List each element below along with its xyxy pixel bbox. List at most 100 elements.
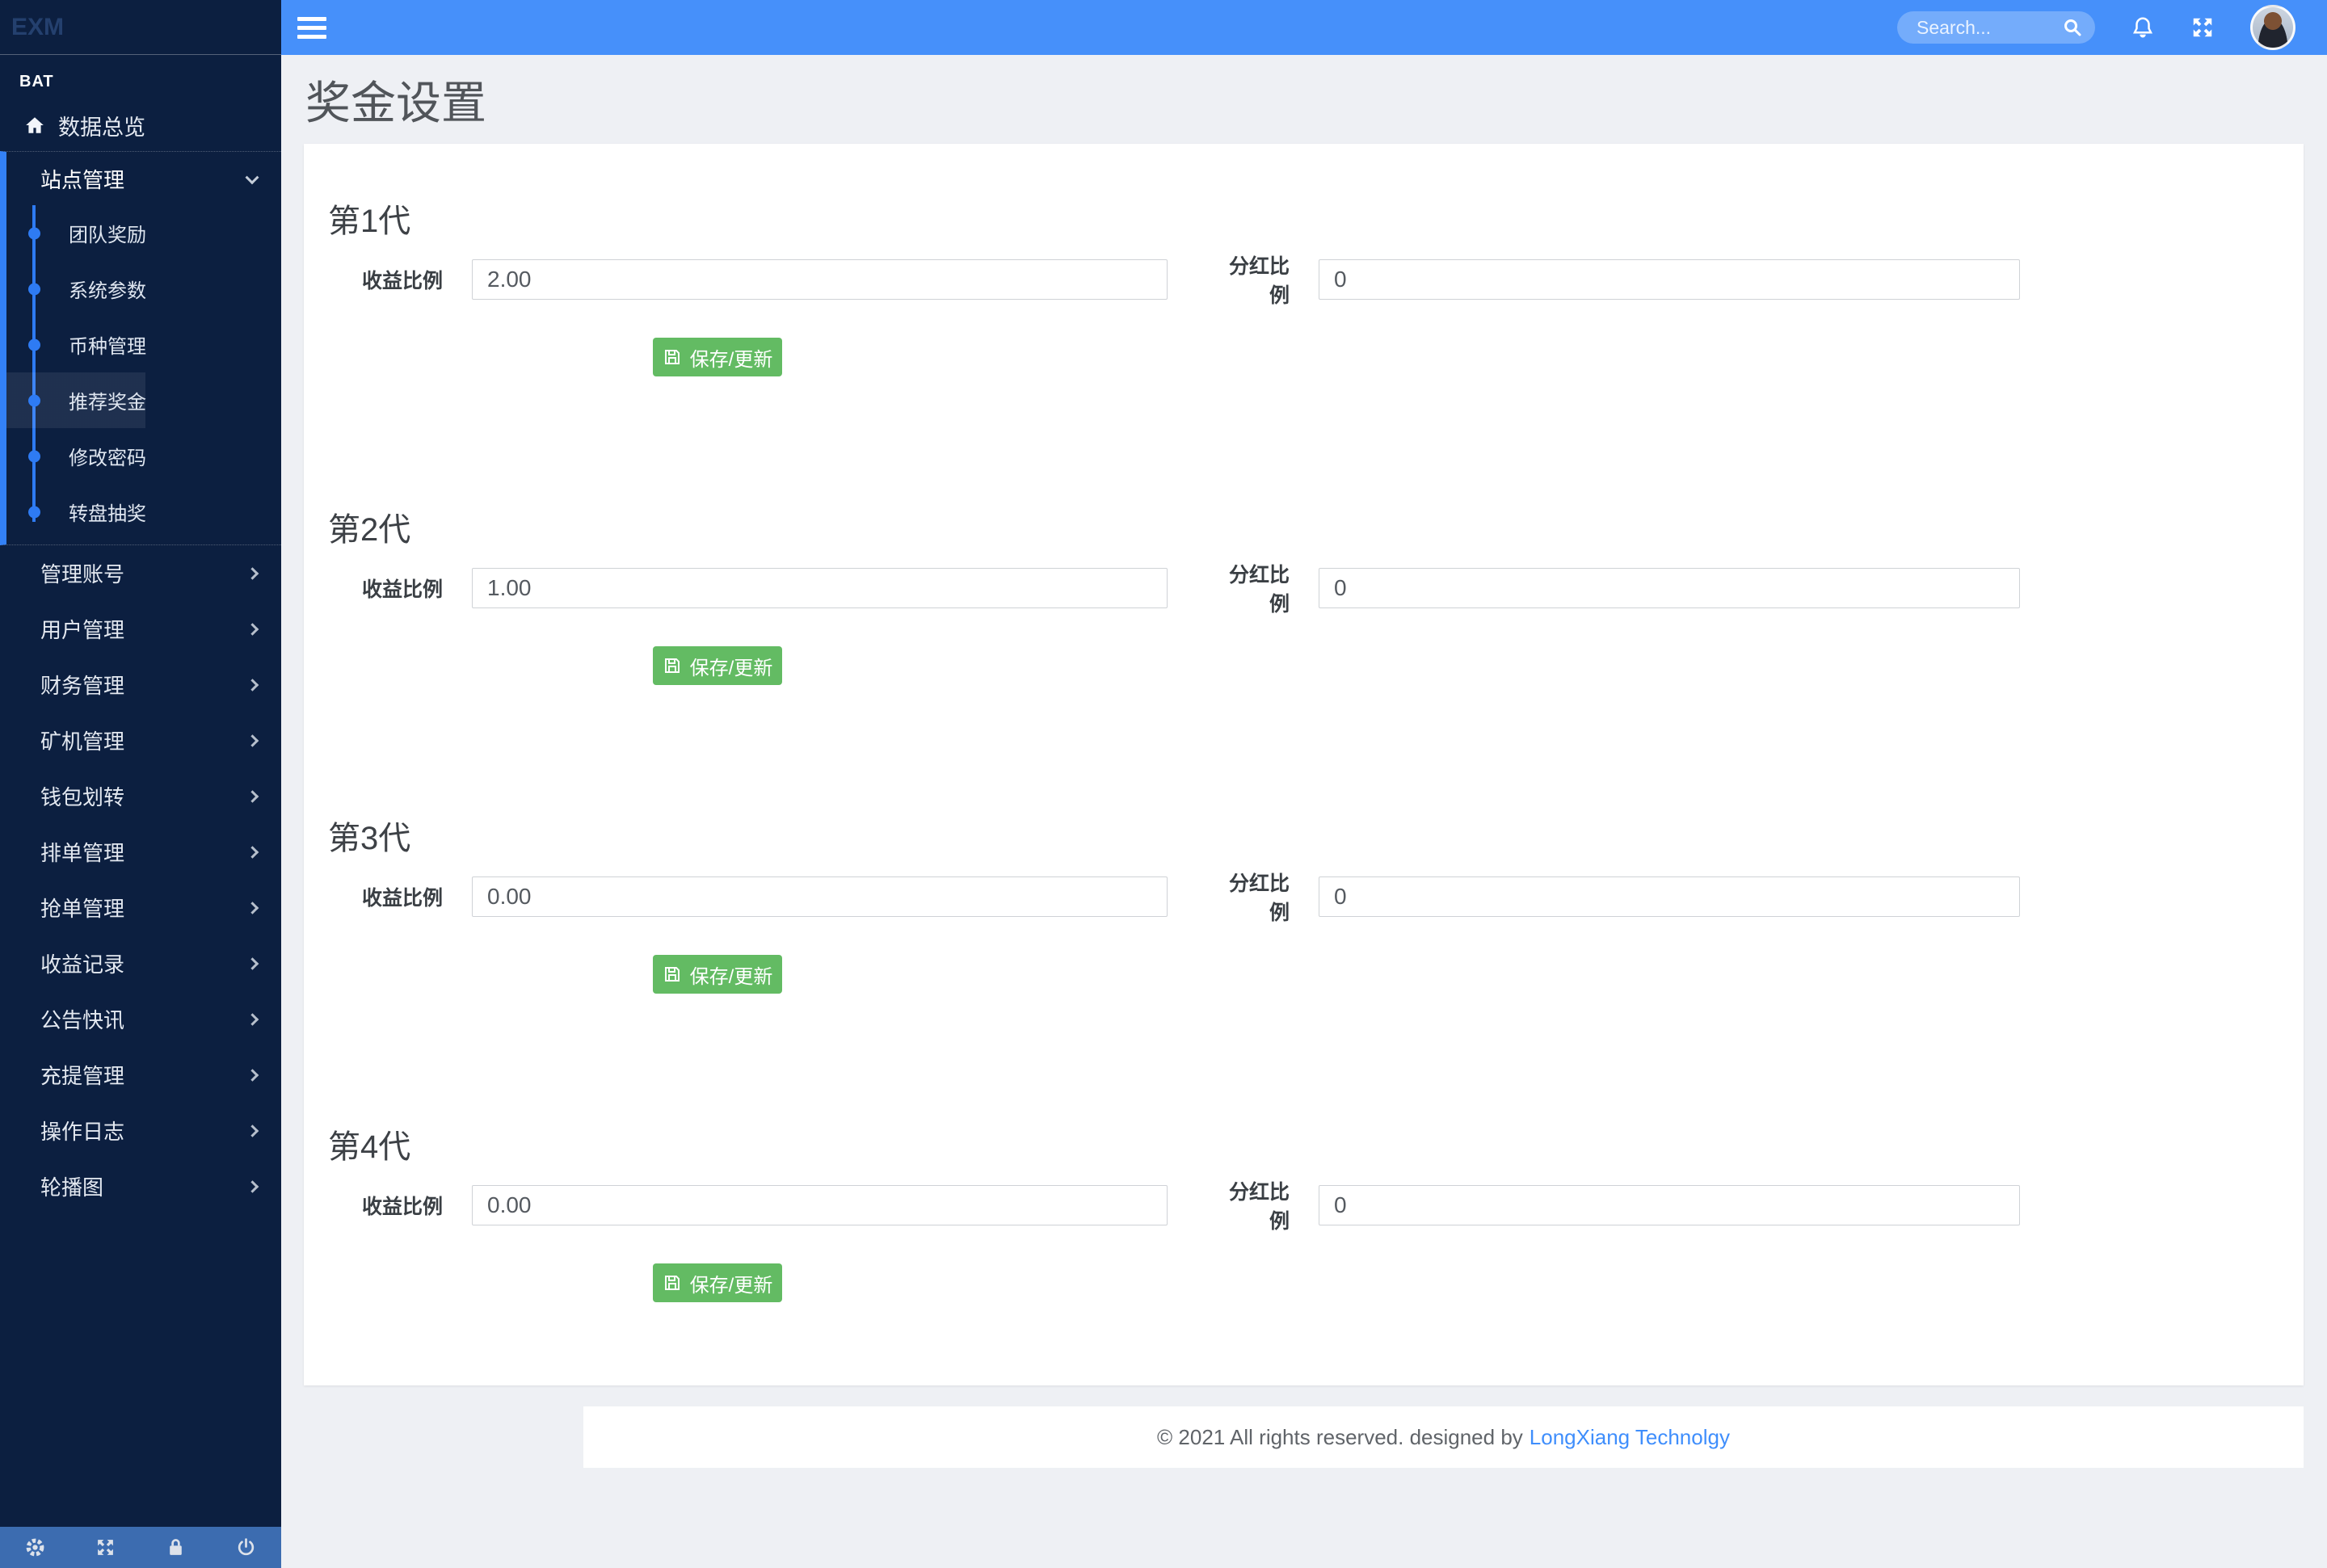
dividend-ratio-label: 分红比例 bbox=[1228, 1181, 1290, 1233]
subitem-label: 修改密码 bbox=[69, 448, 146, 469]
sidebar-subitem-system-params[interactable]: 系统参数 bbox=[6, 261, 281, 317]
sidebar-subitem-wheel-lottery[interactable]: 转盘抽奖 bbox=[6, 484, 281, 540]
item-label: 充提管理 bbox=[40, 1064, 125, 1088]
gear-icon[interactable] bbox=[25, 1537, 45, 1557]
sidebar-item-grab-orders[interactable]: 抢单管理 bbox=[0, 880, 281, 935]
save-update-button[interactable]: 保存/更新 bbox=[653, 646, 782, 685]
income-ratio-label: 收益比例 bbox=[361, 1196, 443, 1218]
subitem-label: 推荐奖金 bbox=[69, 392, 146, 414]
settings-card: 第1代 收益比例 分红比例 保存/更新 第2代 收益比例 分红比例 bbox=[304, 144, 2304, 1385]
item-label: 排单管理 bbox=[40, 841, 125, 865]
sidebar-item-miner-management[interactable]: 矿机管理 bbox=[0, 713, 281, 768]
sidebar-item-deposit-withdraw[interactable]: 充提管理 bbox=[0, 1047, 281, 1103]
income-ratio-input[interactable] bbox=[472, 1185, 1168, 1225]
sidebar-bottom-bar bbox=[0, 1527, 281, 1568]
chevron-right-icon bbox=[246, 845, 259, 859]
sidebar-group-site-management: 站点管理 团队奖励 系统参数 币种管理 推荐奖金 修改密码 转盘抽奖 bbox=[0, 151, 281, 545]
chevron-right-icon bbox=[246, 1179, 259, 1193]
chevron-right-icon bbox=[246, 1124, 259, 1137]
floppy-disk-icon bbox=[664, 967, 680, 982]
item-label: 抢单管理 bbox=[40, 897, 125, 921]
chevron-right-icon bbox=[246, 1068, 259, 1082]
sidebar-group-title[interactable]: 站点管理 bbox=[6, 152, 281, 205]
dividend-ratio-input[interactable] bbox=[1319, 876, 2020, 917]
sidebar-item-announcements[interactable]: 公告快讯 bbox=[0, 991, 281, 1047]
dividend-ratio-input[interactable] bbox=[1319, 259, 2020, 300]
dividend-ratio-input[interactable] bbox=[1319, 1185, 2020, 1225]
sidebar-item-finance[interactable]: 财务管理 bbox=[0, 657, 281, 713]
income-ratio-label: 收益比例 bbox=[361, 887, 443, 910]
save-update-button[interactable]: 保存/更新 bbox=[653, 955, 782, 994]
sidebar-item-earnings-records[interactable]: 收益记录 bbox=[0, 935, 281, 991]
bullet-dot-icon bbox=[28, 450, 40, 462]
save-label: 保存/更新 bbox=[689, 657, 773, 679]
chevron-right-icon bbox=[246, 901, 259, 914]
item-label: 钱包划转 bbox=[40, 785, 125, 809]
subitem-label: 团队奖励 bbox=[69, 225, 146, 246]
section-heading: 第2代 bbox=[328, 512, 411, 548]
floppy-disk-icon bbox=[664, 350, 680, 364]
hamburger-menu-icon[interactable] bbox=[297, 12, 326, 44]
sidebar-item-queue-management[interactable]: 排单管理 bbox=[0, 824, 281, 880]
chevron-right-icon bbox=[246, 789, 259, 803]
footer-copyright-text: © 2021 All rights reserved. designed by bbox=[1157, 1424, 1523, 1449]
search-box bbox=[1897, 11, 2095, 44]
sidebar-subitem-referral-bonus-active[interactable]: 推荐奖金 bbox=[6, 372, 281, 428]
form-row: 收益比例 分红比例 bbox=[328, 868, 2279, 926]
lock-icon[interactable] bbox=[166, 1537, 186, 1557]
chevron-down-icon bbox=[245, 170, 259, 185]
sidebar-item-user-management[interactable]: 用户管理 bbox=[0, 601, 281, 657]
sidebar-item-carousel[interactable]: 轮播图 bbox=[0, 1158, 281, 1214]
save-update-button[interactable]: 保存/更新 bbox=[653, 1263, 782, 1302]
dividend-ratio-label: 分红比例 bbox=[1228, 255, 1290, 307]
section-generation-3: 第3代 收益比例 分红比例 保存/更新 bbox=[328, 819, 2279, 994]
item-label: 操作日志 bbox=[40, 1120, 125, 1144]
item-label: 轮播图 bbox=[40, 1175, 104, 1200]
save-label: 保存/更新 bbox=[689, 965, 773, 988]
subitem-label: 系统参数 bbox=[69, 280, 146, 302]
main-content: 奖金设置 第1代 收益比例 分红比例 保存/更新 第2代 收益比例 bbox=[281, 55, 2327, 1568]
sidebar-subitem-change-password[interactable]: 修改密码 bbox=[6, 428, 281, 484]
section-generation-4: 第4代 收益比例 分红比例 保存/更新 bbox=[328, 1128, 2279, 1302]
sidebar-item-admin-accounts[interactable]: 管理账号 bbox=[0, 545, 281, 601]
page-title: 奖金设置 bbox=[305, 78, 486, 128]
section-heading: 第3代 bbox=[328, 821, 411, 856]
dividend-ratio-input[interactable] bbox=[1319, 568, 2020, 608]
chevron-right-icon bbox=[246, 622, 259, 636]
fullscreen-icon[interactable] bbox=[2190, 15, 2215, 40]
app-logo: EXM bbox=[0, 0, 281, 55]
item-label: 矿机管理 bbox=[40, 729, 125, 754]
chevron-right-icon bbox=[246, 956, 259, 970]
chevron-right-icon bbox=[246, 566, 259, 580]
bullet-dot-icon bbox=[28, 394, 40, 406]
item-label: 管理账号 bbox=[40, 562, 125, 586]
sidebar-subitem-currency[interactable]: 币种管理 bbox=[6, 317, 281, 372]
form-row: 收益比例 分红比例 bbox=[328, 250, 2279, 309]
user-avatar[interactable] bbox=[2250, 5, 2295, 50]
expand-arrows-icon[interactable] bbox=[95, 1537, 116, 1557]
bell-icon[interactable] bbox=[2131, 15, 2155, 40]
footer-company-link[interactable]: LongXiang Technolgy bbox=[1530, 1425, 1730, 1450]
sidebar-item-overview[interactable]: 数据总览 bbox=[0, 99, 281, 151]
income-ratio-input[interactable] bbox=[472, 259, 1168, 300]
save-update-button[interactable]: 保存/更新 bbox=[653, 338, 782, 376]
item-label: 公告快讯 bbox=[40, 1008, 125, 1032]
sidebar-subitem-team-reward[interactable]: 团队奖励 bbox=[6, 205, 281, 261]
sidebar-item-operation-logs[interactable]: 操作日志 bbox=[0, 1103, 281, 1158]
page-footer: © 2021 All rights reserved. designed by … bbox=[583, 1406, 2304, 1468]
search-icon[interactable] bbox=[2063, 18, 2082, 37]
power-icon[interactable] bbox=[236, 1537, 256, 1557]
sidebar-item-label: 数据总览 bbox=[58, 115, 145, 140]
sidebar-item-wallet-transfer[interactable]: 钱包划转 bbox=[0, 768, 281, 824]
section-generation-1: 第1代 收益比例 分红比例 保存/更新 bbox=[328, 144, 2279, 376]
subitem-label: 转盘抽奖 bbox=[69, 503, 146, 525]
form-row: 收益比例 分红比例 bbox=[328, 1176, 2279, 1234]
income-ratio-input[interactable] bbox=[472, 876, 1168, 917]
floppy-disk-icon bbox=[664, 658, 680, 673]
item-label: 收益记录 bbox=[40, 952, 125, 977]
income-ratio-label: 收益比例 bbox=[361, 578, 443, 601]
header-right-cluster bbox=[1897, 5, 2327, 50]
income-ratio-input[interactable] bbox=[472, 568, 1168, 608]
admin-app: EXM BAT 数据总览 站点管理 团队奖励 系统参数 币种管理 推荐奖金 修改… bbox=[0, 0, 2327, 1568]
subitem-label: 币种管理 bbox=[69, 336, 146, 358]
